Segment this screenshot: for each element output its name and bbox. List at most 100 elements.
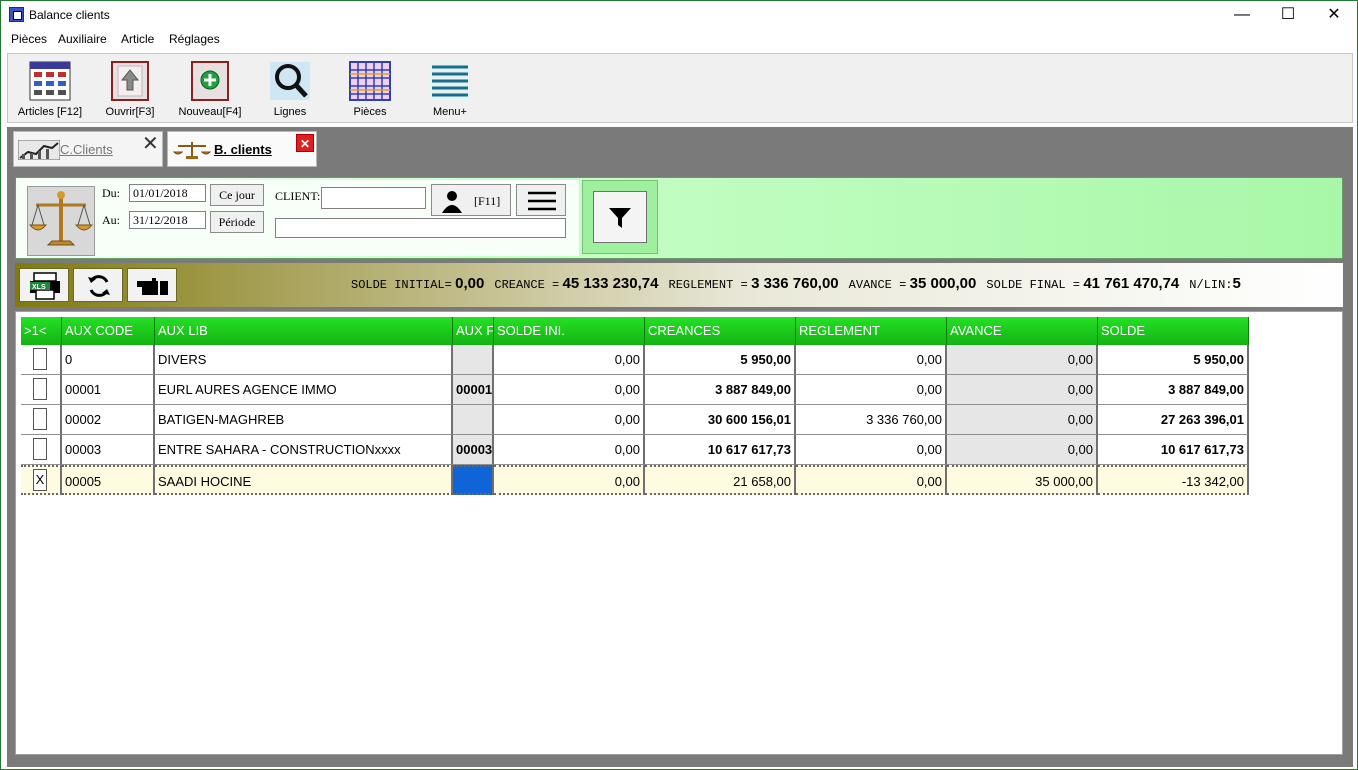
client-code-input[interactable]: [321, 187, 426, 209]
menu-pieces[interactable]: Pièces: [9, 32, 49, 46]
row-checkbox[interactable]: [33, 378, 47, 400]
table-row-lib[interactable]: SAADI HOCINE: [155, 465, 453, 495]
header-aux-code[interactable]: AUX CODE: [62, 317, 155, 345]
client-lookup-button[interactable]: [F11]: [431, 184, 511, 216]
table-row-solde[interactable]: -13 342,00: [1098, 465, 1249, 495]
header-avance[interactable]: AVANCE: [947, 317, 1098, 345]
table-row-lib[interactable]: BATIGEN-MAGHREB: [155, 405, 453, 435]
table-row-lib[interactable]: DIVERS: [155, 345, 453, 375]
table-row-solde[interactable]: 5 950,00: [1098, 345, 1249, 375]
refresh-icon: [88, 275, 110, 297]
table-row-creances[interactable]: 21 658,00: [645, 465, 796, 495]
table-row-solde-ini[interactable]: 0,00: [494, 435, 645, 465]
minimize-button[interactable]: —: [1219, 1, 1265, 31]
table-row-reglement[interactable]: 0,00: [796, 375, 947, 405]
row-checkbox[interactable]: [33, 348, 47, 370]
table-row-reglement[interactable]: 0,00: [796, 465, 947, 495]
menu-reglages[interactable]: Réglages: [167, 32, 222, 46]
magnifier-icon: [270, 62, 310, 100]
table-row-reglement[interactable]: 3 336 760,00: [796, 405, 947, 435]
header-solde-ini[interactable]: SOLDE INI.: [494, 317, 645, 345]
table-row-reglement[interactable]: 0,00: [796, 435, 947, 465]
header-creances[interactable]: CREANCES: [645, 317, 796, 345]
table-row-auxf[interactable]: 00001: [453, 375, 494, 405]
tab-c-clients-close-icon[interactable]: ✕: [142, 134, 159, 154]
close-button[interactable]: ✕: [1311, 1, 1357, 31]
table-row-auxf[interactable]: [453, 465, 494, 495]
client-name-input[interactable]: [275, 218, 566, 238]
articles-button[interactable]: Articles [F12]: [10, 58, 90, 122]
tab-b-clients[interactable]: B. clients ✕: [167, 131, 317, 167]
table-row-solde-ini[interactable]: 0,00: [494, 465, 645, 495]
table-row-avance[interactable]: 0,00: [947, 345, 1098, 375]
new-plus-icon: [191, 61, 229, 101]
menu-plus-button[interactable]: Menu+: [410, 58, 490, 122]
header-select[interactable]: >1<: [21, 317, 62, 345]
table-row-creances[interactable]: 10 617 617,73: [645, 435, 796, 465]
table-row-lib[interactable]: ENTRE SAHARA - CONSTRUCTIONxxxx: [155, 435, 453, 465]
solde-initial-value: 0,00: [455, 275, 485, 292]
du-date-input[interactable]: 01/01/2018: [129, 184, 206, 202]
table-row-auxf[interactable]: 00003: [453, 435, 494, 465]
lines-button[interactable]: Lignes: [250, 58, 330, 122]
header-aux-lib[interactable]: AUX LIB: [155, 317, 453, 345]
ce-jour-button[interactable]: Ce jour: [210, 184, 264, 206]
app-logo-icon: [9, 7, 24, 22]
pointer-action-button[interactable]: [127, 268, 177, 302]
table-row-code[interactable]: 00005: [62, 465, 155, 495]
periode-button[interactable]: Période: [210, 211, 264, 233]
nlin-label: N/LIN:: [1189, 278, 1233, 292]
apply-filter-button[interactable]: [593, 191, 647, 243]
hamburger-icon: [528, 191, 556, 211]
table-row-avance[interactable]: 0,00: [947, 435, 1098, 465]
du-label: Du:: [102, 186, 120, 200]
list-menu-button[interactable]: [516, 184, 566, 216]
tab-c-clients[interactable]: C.Clients ✕: [13, 131, 163, 167]
table-row-solde[interactable]: 27 263 396,01: [1098, 405, 1249, 435]
table-row-avance[interactable]: 0,00: [947, 405, 1098, 435]
header-solde[interactable]: SOLDE: [1098, 317, 1249, 345]
header-aux-f[interactable]: AUX F: [453, 317, 494, 345]
table-row-code[interactable]: 00002: [62, 405, 155, 435]
refresh-button[interactable]: [73, 268, 123, 302]
table-row-creances[interactable]: 30 600 156,01: [645, 405, 796, 435]
table-row-code[interactable]: 00001: [62, 375, 155, 405]
au-date-input[interactable]: 31/12/2018: [129, 211, 206, 229]
row-checkbox[interactable]: X: [33, 469, 47, 491]
table-row-code[interactable]: 0: [62, 345, 155, 375]
table-row-solde[interactable]: 10 617 617,73: [1098, 435, 1249, 465]
pieces-button[interactable]: Pièces: [330, 58, 410, 122]
table-row-solde[interactable]: 3 887 849,00: [1098, 375, 1249, 405]
table-row-solde-ini[interactable]: 0,00: [494, 375, 645, 405]
reglement-value: 3 336 760,00: [751, 275, 839, 292]
table-row-auxf[interactable]: [453, 345, 494, 375]
tab-b-clients-label: B. clients: [214, 142, 272, 157]
main-toolbar: Articles [F12] Ouvrir[F3] Nouveau[F4] Li…: [7, 53, 1353, 123]
table-row-avance[interactable]: 0,00: [947, 375, 1098, 405]
table-row-auxf[interactable]: [453, 405, 494, 435]
new-button[interactable]: Nouveau[F4]: [170, 58, 250, 122]
table-row-creances[interactable]: 5 950,00: [645, 345, 796, 375]
table-row-code[interactable]: 00003: [62, 435, 155, 465]
table-row-solde-ini[interactable]: 0,00: [494, 405, 645, 435]
table-row-lib[interactable]: EURL AURES AGENCE IMMO: [155, 375, 453, 405]
row-checkbox[interactable]: [33, 438, 47, 460]
avance-label: AVANCE =: [848, 278, 907, 292]
solde-final-label: SOLDE FINAL =: [986, 278, 1080, 292]
balance-scale-image: [27, 186, 95, 256]
export-xls-button[interactable]: XLS: [19, 268, 69, 302]
table-row-creances[interactable]: 3 887 849,00: [645, 375, 796, 405]
articles-grid-icon: [29, 61, 71, 101]
maximize-button[interactable]: ☐: [1265, 1, 1311, 31]
table-row-reglement[interactable]: 0,00: [796, 345, 947, 375]
header-reglement[interactable]: REGLEMENT: [796, 317, 947, 345]
table-row-solde-ini[interactable]: 0,00: [494, 345, 645, 375]
scale-icon: [28, 191, 94, 246]
open-button[interactable]: Ouvrir[F3]: [90, 58, 170, 122]
tab-b-clients-close-icon[interactable]: ✕: [296, 134, 314, 152]
menu-lines-icon: [430, 62, 470, 102]
menu-article[interactable]: Article: [119, 32, 156, 46]
row-checkbox[interactable]: [33, 408, 47, 430]
table-row-avance[interactable]: 35 000,00: [947, 465, 1098, 495]
menu-auxiliaire[interactable]: Auxiliaire: [56, 32, 109, 46]
